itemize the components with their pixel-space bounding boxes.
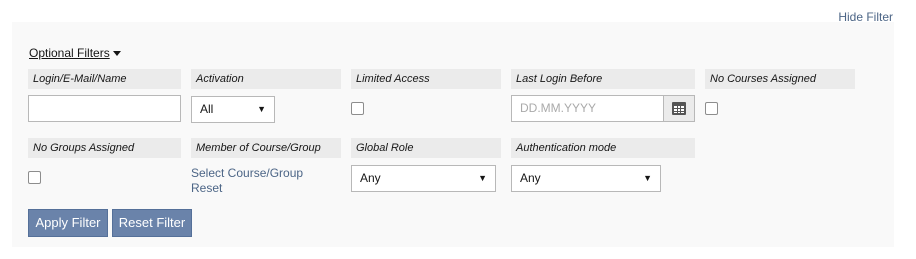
no-courses-checkbox[interactable] <box>705 102 718 115</box>
calendar-button[interactable] <box>663 95 695 122</box>
global-role-select[interactable]: Any ▼ <box>351 165 496 192</box>
global-role-label: Global Role <box>351 138 501 158</box>
activation-select[interactable]: All ▼ <box>191 96 275 123</box>
no-groups-checkbox[interactable] <box>28 171 41 184</box>
auth-mode-selected-value: Any <box>520 171 541 185</box>
optional-filters-toggle[interactable]: Optional Filters <box>29 46 121 60</box>
global-role-selected-value: Any <box>360 171 381 185</box>
activation-selected-value: All <box>200 102 214 116</box>
limited-access-label: Limited Access <box>351 69 501 89</box>
reset-filter-button[interactable]: Reset Filter <box>112 209 192 237</box>
limited-access-checkbox[interactable] <box>351 102 364 115</box>
triangle-down-icon: ▼ <box>257 104 266 114</box>
optional-filters-label: Optional Filters <box>29 46 110 60</box>
hide-filter-link[interactable]: Hide Filter <box>838 10 893 24</box>
select-course-group-link[interactable]: Select Course/Group <box>191 166 303 180</box>
apply-filter-button[interactable]: Apply Filter <box>28 209 108 237</box>
last-login-date-input[interactable]: DD.MM.YYYY <box>511 95 664 122</box>
no-courses-label: No Courses Assigned <box>705 69 855 89</box>
calendar-icon <box>672 102 686 115</box>
auth-mode-select[interactable]: Any ▼ <box>511 165 661 192</box>
member-of-label: Member of Course/Group <box>191 138 341 158</box>
caret-down-icon <box>112 51 121 57</box>
reset-member-link[interactable]: Reset <box>191 181 222 195</box>
triangle-down-icon: ▼ <box>478 173 487 183</box>
login-input[interactable] <box>28 95 181 122</box>
last-login-label: Last Login Before <box>511 69 695 89</box>
activation-label: Activation <box>191 69 341 89</box>
login-label: Login/E-Mail/Name <box>28 69 181 89</box>
triangle-down-icon: ▼ <box>643 173 652 183</box>
no-groups-label: No Groups Assigned <box>28 138 181 158</box>
auth-mode-label: Authentication mode <box>511 138 695 158</box>
last-login-placeholder: DD.MM.YYYY <box>520 101 597 115</box>
